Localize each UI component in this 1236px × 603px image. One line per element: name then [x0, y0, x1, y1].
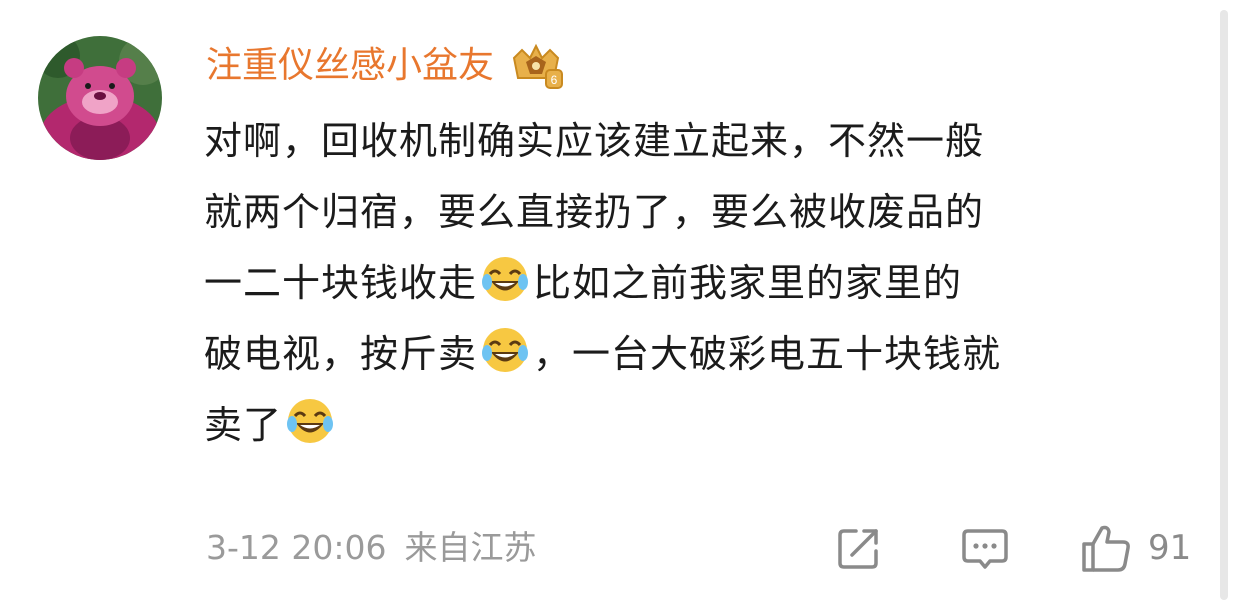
comment-text-segment: 一二十块钱收走: [204, 261, 478, 305]
comment-text-segment: 就两个归宿，要么直接扔了，要么被收废品的: [204, 190, 985, 234]
location: 来自江苏: [404, 528, 537, 567]
username[interactable]: 注重仪丝感小盆友: [206, 40, 494, 92]
laugh-cry-emoji-icon: [480, 254, 530, 304]
comment-line: 破电视，按斤卖 ，一台大破彩电五十块钱就: [204, 319, 1204, 390]
thumbs-up-icon: [1082, 525, 1130, 572]
comment-meta: 3-12 20:06 来自江苏: [206, 524, 537, 572]
laugh-cry-emoji-icon: [285, 396, 335, 446]
share-icon: [838, 529, 878, 569]
comment-line: 一二十块钱收走 比如之前我家里的家里的: [204, 248, 1204, 319]
like-count: 91: [1148, 528, 1192, 568]
comment-line: 对啊，回收机制确实应该建立起来，不然一般: [204, 106, 1204, 177]
comment-card: 注重仪丝感小盆友 6 对啊，回收机制确实应该建立起来，不然一般 就两个归宿，要么…: [0, 0, 1236, 603]
lotso-bear-avatar-icon: [38, 36, 162, 160]
like-button[interactable]: 91: [1080, 520, 1191, 576]
comment-text: 对啊，回收机制确实应该建立起来，不然一般 就两个归宿，要么直接扔了，要么被收废品…: [204, 106, 1204, 461]
share-button[interactable]: [834, 520, 884, 576]
laugh-cry-emoji-icon: [480, 325, 530, 375]
vip-crown-badge-icon[interactable]: 6: [508, 42, 564, 90]
comment-text-segment: 比如之前我家里的家里的: [533, 261, 963, 305]
comment-button[interactable]: [960, 520, 1010, 576]
username-row: 注重仪丝感小盆友 6: [206, 40, 564, 92]
timestamp: 3-12 20:06: [206, 528, 387, 567]
comment-text-segment: 卖了: [204, 403, 283, 447]
comment-text-segment: ，一台大破彩电五十块钱就: [533, 332, 1002, 376]
comment-line: 卖了: [204, 390, 1204, 461]
svg-text:6: 6: [551, 73, 558, 87]
comment-text-segment: 破电视，按斤卖: [204, 332, 478, 376]
comment-text-segment: 对啊，回收机制确实应该建立起来，不然一般: [204, 119, 985, 163]
comment-icon: [962, 529, 1008, 569]
scrollbar[interactable]: [1220, 10, 1228, 600]
comment-line: 就两个归宿，要么直接扔了，要么被收废品的: [204, 177, 1204, 248]
avatar[interactable]: [38, 36, 162, 160]
